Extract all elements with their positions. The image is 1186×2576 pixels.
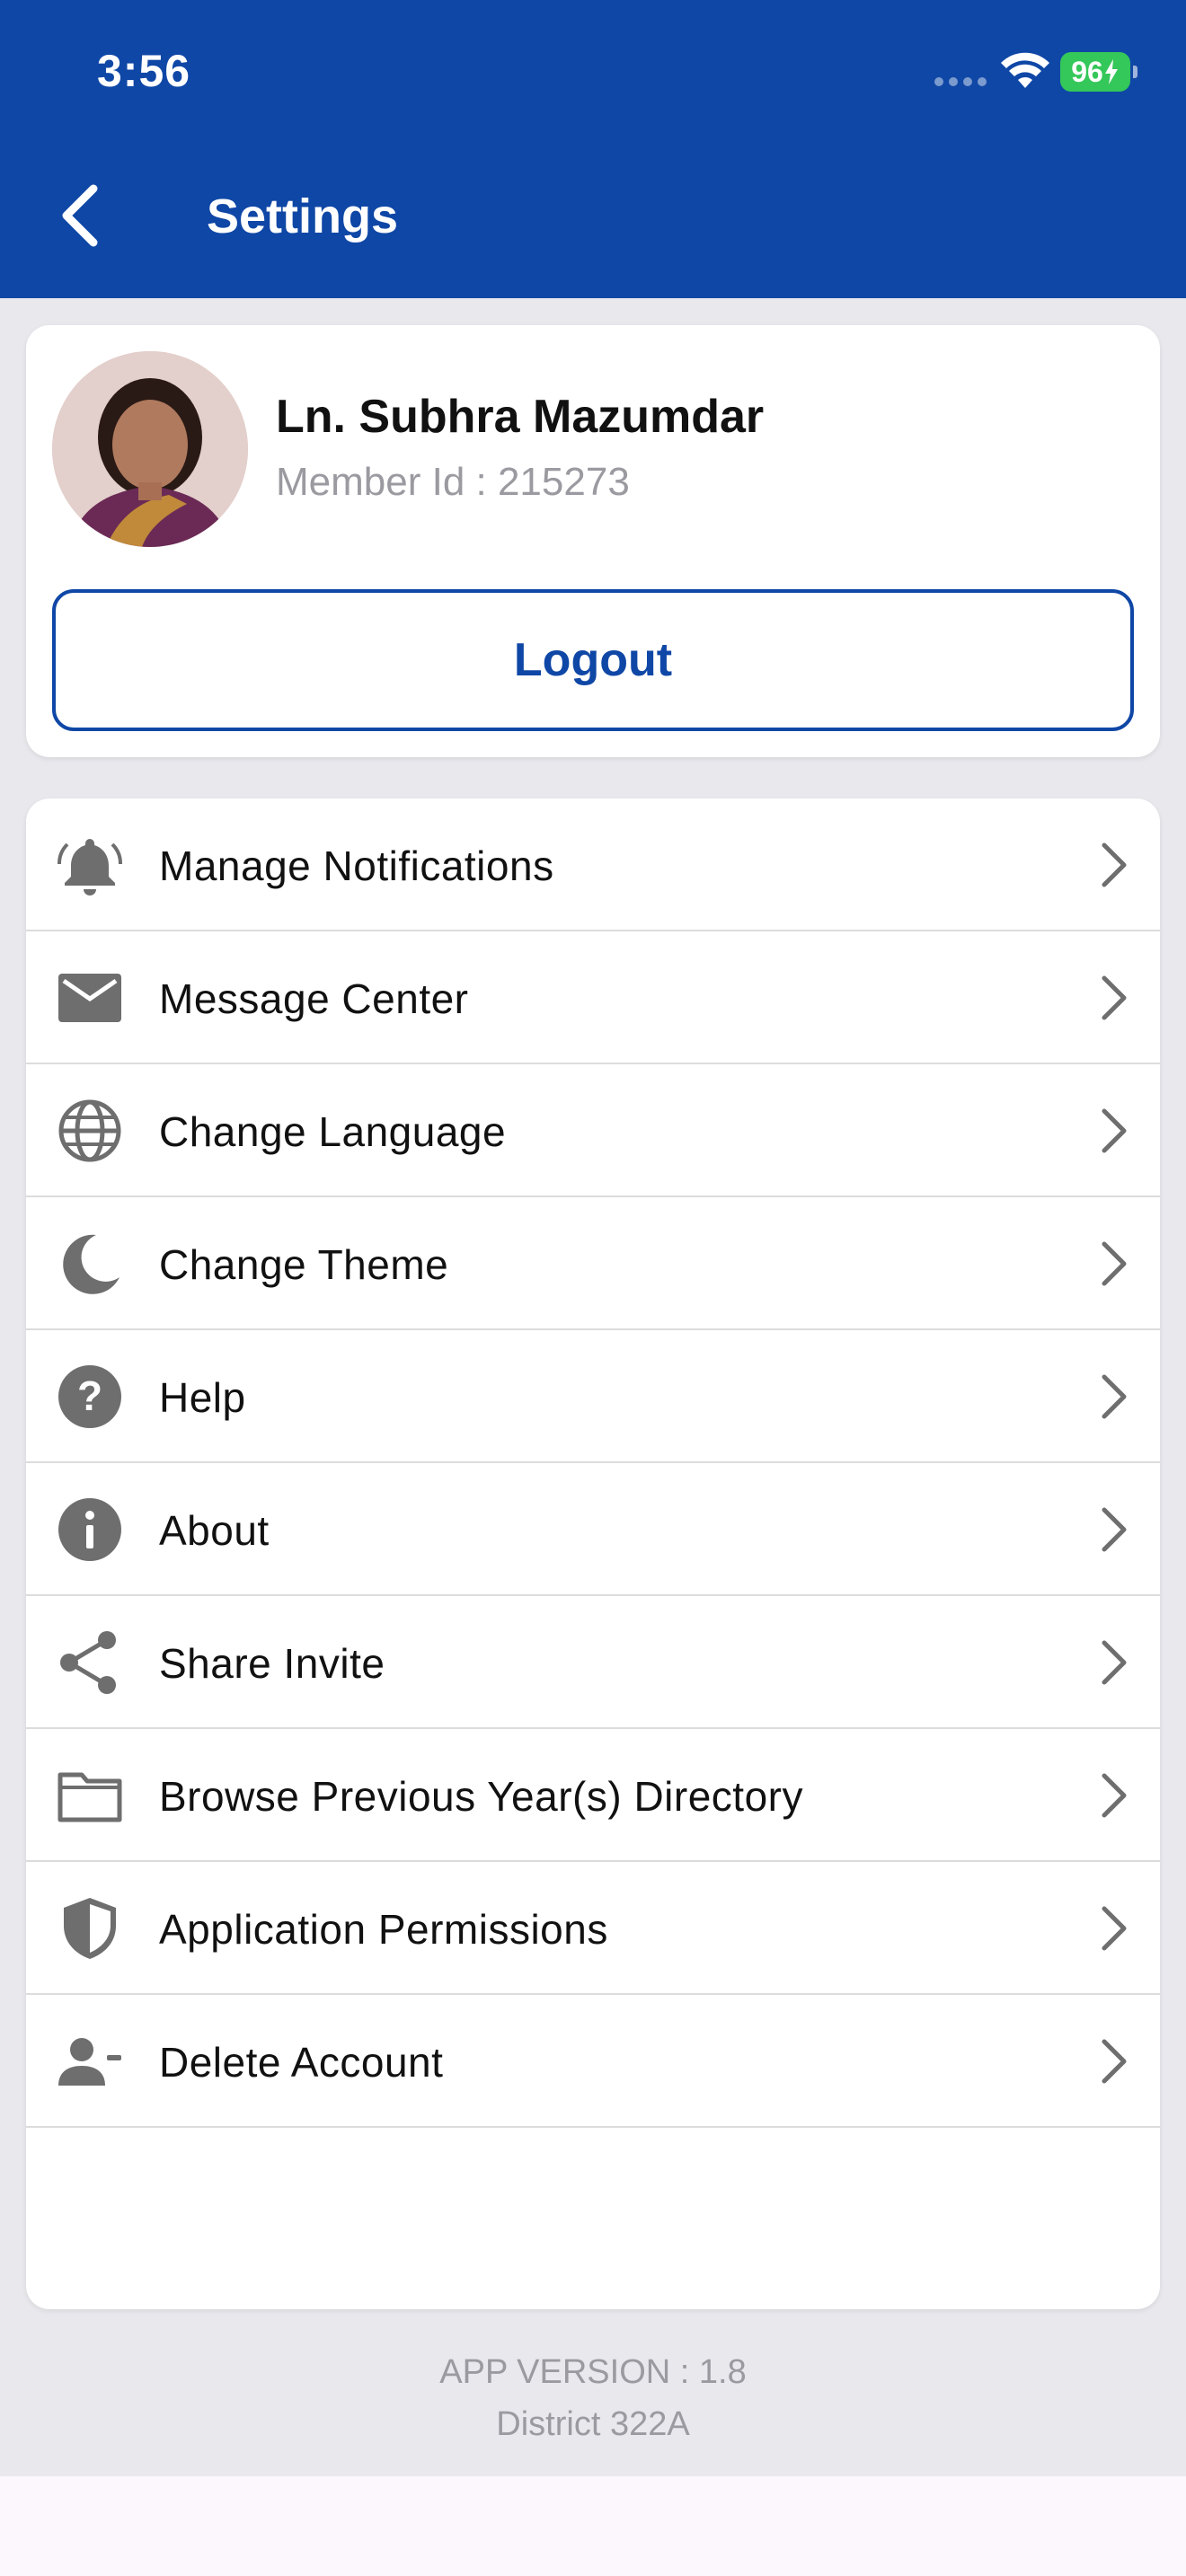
menu-item-label: Delete Account (159, 2039, 444, 2086)
share-icon (57, 1629, 123, 1696)
chevron-right-icon (1102, 975, 1127, 1020)
help-icon: ? (57, 1363, 123, 1430)
chevron-right-icon (1102, 1507, 1127, 1552)
menu-item-manage-notifications[interactable]: Manage Notifications (26, 798, 1160, 931)
settings-menu: Manage Notifications Message Center Chan… (26, 798, 1160, 2309)
menu-item-delete-account[interactable]: Delete Account (26, 1995, 1160, 2128)
top-app-bar: 3:56 96 Settings (0, 0, 1186, 298)
district-label: District 322A (496, 2405, 690, 2443)
avatar (52, 351, 248, 547)
bell-icon (57, 832, 123, 898)
menu-item-label: Manage Notifications (159, 842, 554, 889)
back-arrow-icon[interactable] (47, 171, 119, 260)
menu-item-label: Share Invite (159, 1640, 385, 1687)
chevron-right-icon (1102, 2039, 1127, 2084)
globe-icon (57, 1098, 123, 1164)
info-icon (57, 1496, 123, 1563)
settings-screen: 3:56 96 Settings Ln. Subhra Mazumdar Mem… (0, 0, 1186, 2576)
moon-icon (57, 1231, 123, 1297)
menu-item-browse-directory[interactable]: Browse Previous Year(s) Directory (26, 1729, 1160, 1862)
battery-indicator: 96 (1060, 52, 1137, 92)
chevron-right-icon (1102, 842, 1127, 887)
page-title: Settings (207, 190, 399, 243)
cellular-signal-icon (934, 77, 987, 86)
person-remove-icon (57, 2028, 123, 2095)
menu-item-change-language[interactable]: Change Language (26, 1064, 1160, 1197)
charging-bolt-icon (1104, 59, 1118, 84)
logout-button[interactable]: Logout (52, 589, 1134, 731)
chevron-right-icon (1102, 1906, 1127, 1951)
profile-card: Ln. Subhra Mazumdar Member Id : 215273 L… (26, 325, 1160, 757)
menu-item-share-invite[interactable]: Share Invite (26, 1596, 1160, 1729)
app-version: APP VERSION : 1.8 (439, 2353, 747, 2391)
status-time: 3:56 (97, 46, 191, 96)
menu-item-label: Change Theme (159, 1241, 449, 1288)
battery-level: 96 (1071, 55, 1103, 88)
wifi-icon (1001, 52, 1049, 88)
menu-item-message-center[interactable]: Message Center (26, 931, 1160, 1064)
menu-item-application-permissions[interactable]: Application Permissions (26, 1862, 1160, 1995)
folder-icon (57, 1762, 123, 1829)
menu-item-label: Change Language (159, 1108, 507, 1155)
menu-item-help[interactable]: ? Help (26, 1330, 1160, 1463)
chevron-right-icon (1102, 1640, 1127, 1685)
member-id: Member Id : 215273 (276, 460, 630, 504)
user-name: Ln. Subhra Mazumdar (276, 391, 765, 443)
menu-item-about[interactable]: About (26, 1463, 1160, 1596)
chevron-right-icon (1102, 1773, 1127, 1818)
menu-item-change-theme[interactable]: Change Theme (26, 1197, 1160, 1330)
menu-item-label: Help (159, 1374, 246, 1421)
svg-text:?: ? (77, 1372, 102, 1419)
bottom-safe-area (0, 2476, 1186, 2576)
shield-icon (57, 1895, 123, 1962)
menu-item-label: Browse Previous Year(s) Directory (159, 1773, 803, 1820)
menu-item-label: About (159, 1507, 270, 1554)
menu-item-label: Application Permissions (159, 1906, 608, 1953)
chevron-right-icon (1102, 1374, 1127, 1419)
chevron-right-icon (1102, 1108, 1127, 1153)
chevron-right-icon (1102, 1241, 1127, 1286)
envelope-icon (57, 965, 123, 1031)
menu-item-label: Message Center (159, 975, 469, 1022)
